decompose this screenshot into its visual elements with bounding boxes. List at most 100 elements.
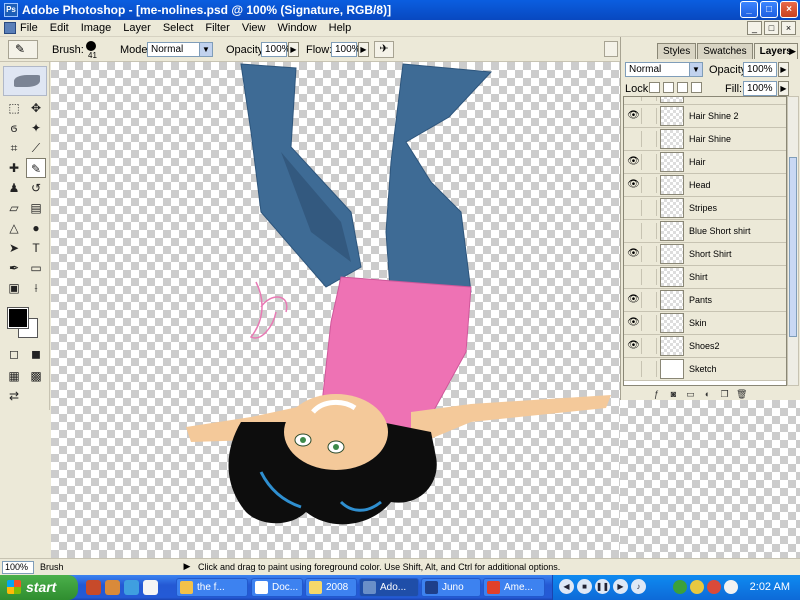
messenger-icon[interactable] — [690, 580, 704, 594]
brush-tool-icon[interactable]: ✎ — [26, 158, 46, 178]
layer-list-scrollbar[interactable] — [787, 96, 799, 386]
link-toggle[interactable] — [644, 154, 657, 170]
tray-app-icon[interactable] — [673, 580, 687, 594]
lock-image-checkbox[interactable] — [663, 82, 674, 93]
link-toggle[interactable] — [644, 97, 657, 101]
adjustment-layer-icon[interactable]: ◐ — [702, 389, 713, 400]
shape-tool-icon[interactable]: ▭ — [26, 258, 46, 278]
layer-row-partial[interactable] — [624, 97, 786, 105]
visibility-toggle[interactable] — [626, 269, 642, 285]
link-toggle[interactable] — [644, 269, 657, 285]
internet-explorer-icon[interactable] — [124, 580, 139, 595]
marquee-tool-icon[interactable]: ⬚ — [4, 98, 24, 118]
menu-file[interactable]: File — [20, 22, 38, 34]
layer-row[interactable]: Sketch — [624, 358, 786, 381]
crop-tool-icon[interactable]: ⌗ — [4, 138, 24, 158]
doc-close-button[interactable]: × — [781, 21, 796, 35]
lock-transparency-checkbox[interactable] — [649, 82, 660, 93]
menu-help[interactable]: Help — [329, 22, 352, 34]
layer-row[interactable]: 👁 Shoes2 — [624, 335, 786, 358]
task-button[interactable]: Juno — [421, 578, 481, 597]
flow-slider-button[interactable]: ▶ — [358, 42, 369, 57]
document-canvas[interactable] — [51, 62, 620, 558]
layer-row[interactable]: 👁 Head — [624, 174, 786, 197]
history-brush-icon[interactable]: ↺ — [26, 178, 46, 198]
menu-select[interactable]: Select — [163, 22, 194, 34]
layer-row[interactable]: 👁 Pants — [624, 289, 786, 312]
clone-stamp-icon[interactable]: ♟ — [4, 178, 24, 198]
link-toggle[interactable] — [644, 131, 657, 147]
layer-style-icon[interactable]: ƒ — [651, 389, 662, 400]
layer-row[interactable]: 👁 Short Shirt — [624, 243, 786, 266]
visibility-toggle[interactable] — [626, 97, 642, 101]
layer-opacity-input[interactable]: 100% — [743, 62, 777, 77]
pause-icon[interactable]: ❚❚ — [595, 579, 610, 594]
link-toggle[interactable] — [644, 292, 657, 308]
tray-app-icon[interactable] — [707, 580, 721, 594]
eye-icon[interactable]: 👁 — [626, 338, 642, 354]
notes-tool-icon[interactable]: ▣ — [4, 278, 24, 298]
scrollbar-thumb[interactable] — [789, 157, 797, 337]
link-toggle[interactable] — [644, 361, 657, 377]
eye-icon[interactable]: 👁 — [626, 154, 642, 170]
slice-tool-icon[interactable]: ⟋ — [26, 138, 46, 158]
link-toggle[interactable] — [644, 246, 657, 262]
foreground-color-swatch[interactable] — [7, 307, 29, 329]
adobe-online-button[interactable] — [3, 66, 47, 96]
stop-icon[interactable]: ■ — [577, 579, 592, 594]
network-icon[interactable] — [724, 580, 738, 594]
doc-restore-button[interactable]: □ — [764, 21, 779, 35]
quicklaunch-app-icon[interactable] — [86, 580, 101, 595]
lock-position-checkbox[interactable] — [677, 82, 688, 93]
standard-mode-icon[interactable]: ◻ — [4, 344, 24, 364]
dodge-tool-icon[interactable]: ● — [26, 218, 46, 238]
gradient-tool-icon[interactable]: ▤ — [26, 198, 46, 218]
layer-opacity-slider[interactable]: ▶ — [778, 62, 789, 77]
mode-select[interactable]: Normal ▼ — [147, 42, 213, 57]
task-button[interactable]: the f... — [176, 578, 248, 597]
flow-input[interactable]: 100% — [331, 42, 361, 57]
task-button[interactable]: Doc... — [251, 578, 303, 597]
blend-mode-select[interactable]: Normal ▼ — [625, 62, 703, 77]
menu-window[interactable]: Window — [278, 22, 317, 34]
eye-icon[interactable]: 👁 — [626, 246, 642, 262]
blur-tool-icon[interactable]: △ — [4, 218, 24, 238]
visibility-toggle[interactable] — [626, 131, 642, 147]
visibility-toggle[interactable] — [626, 361, 642, 377]
opacity-slider-button[interactable]: ▶ — [288, 42, 299, 57]
type-tool-icon[interactable]: T — [26, 238, 46, 258]
task-button[interactable]: 2008 — [305, 578, 357, 597]
close-button[interactable]: × — [780, 1, 798, 18]
eraser-tool-icon[interactable]: ▱ — [4, 198, 24, 218]
minimize-button[interactable]: _ — [740, 1, 758, 18]
link-toggle[interactable] — [644, 177, 657, 193]
palette-menu-icon[interactable]: ▶ — [789, 46, 796, 57]
layer-row[interactable]: Shirt — [624, 266, 786, 289]
new-set-icon[interactable]: ▭ — [685, 389, 696, 400]
lock-all-checkbox[interactable] — [691, 82, 702, 93]
eye-icon[interactable]: 👁 — [626, 108, 642, 124]
airbrush-icon[interactable]: ✈ — [374, 41, 394, 58]
document-icon[interactable] — [4, 22, 16, 34]
layer-row[interactable]: Blue Short shirt — [624, 220, 786, 243]
link-toggle[interactable] — [644, 200, 657, 216]
canvas-lower-right[interactable] — [620, 400, 800, 558]
trash-icon[interactable]: 🗑 — [736, 389, 747, 400]
opacity-input[interactable]: 100% — [261, 42, 291, 57]
doc-minimize-button[interactable]: _ — [747, 21, 762, 35]
healing-brush-icon[interactable]: ✚ — [4, 158, 24, 178]
lasso-tool-icon[interactable]: ϭ — [4, 118, 24, 138]
eye-icon[interactable]: 👁 — [626, 315, 642, 331]
quick-mask-icon[interactable]: ◼ — [26, 344, 46, 364]
task-button[interactable]: Ame... — [483, 578, 545, 597]
link-toggle[interactable] — [644, 108, 657, 124]
menu-image[interactable]: Image — [81, 22, 112, 34]
path-selection-icon[interactable]: ➤ — [4, 238, 24, 258]
photoshop-app-icon[interactable]: Ps — [4, 3, 18, 17]
layer-row[interactable]: Hair Shine — [624, 128, 786, 151]
layer-row[interactable]: 👁 Hair Shine 2 — [624, 105, 786, 128]
eye-icon[interactable]: 👁 — [626, 292, 642, 308]
menu-filter[interactable]: Filter — [205, 22, 229, 34]
tab-swatches[interactable]: Swatches — [697, 43, 753, 59]
layer-row[interactable]: Stripes — [624, 197, 786, 220]
